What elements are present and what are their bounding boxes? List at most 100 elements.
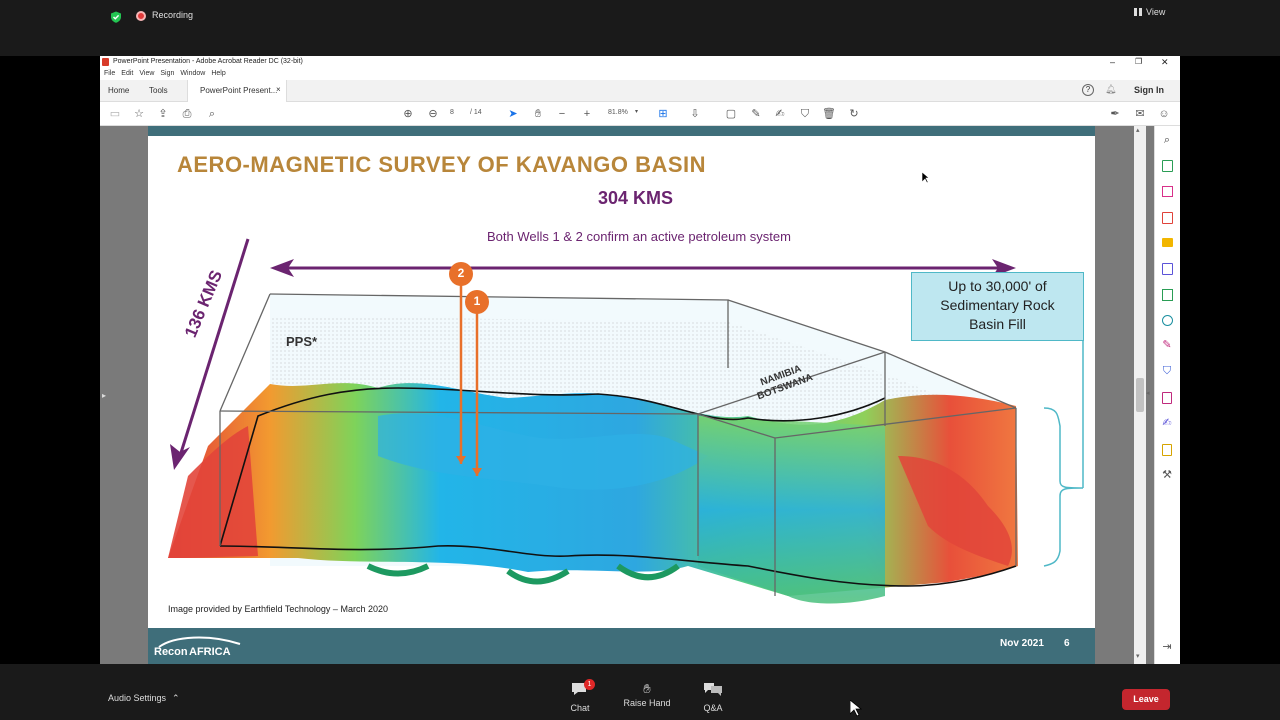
menu-edit[interactable]: Edit xyxy=(121,70,133,77)
redact-icon[interactable] xyxy=(1162,392,1172,404)
raise-hand-label: Raise Hand xyxy=(623,698,671,708)
recording-label: Recording xyxy=(152,10,194,20)
scroll-mode-icon[interactable]: ⇩ xyxy=(688,107,702,121)
slide-page: AERO-MAGNETIC SURVEY OF KAVANGO BASIN 30… xyxy=(148,126,1095,664)
more-tools-icon[interactable]: ⚒︎ xyxy=(1160,468,1174,482)
share-user-icon[interactable]: ☺︎ xyxy=(1157,107,1171,121)
zoom-in-icon[interactable]: + xyxy=(580,107,594,121)
compress-icon[interactable] xyxy=(1162,315,1173,326)
menu-window[interactable]: Window xyxy=(180,70,205,77)
combine-files-icon[interactable] xyxy=(1162,263,1173,275)
fill-sign-pane-icon[interactable]: ✎ xyxy=(1160,338,1174,352)
callout-line-1: Up to 30,000' of xyxy=(948,278,1047,294)
zoom-search-icon[interactable]: ⌕ xyxy=(205,107,219,121)
chat-button[interactable]: 1 Chat xyxy=(560,679,600,716)
hand-icon[interactable]: ✋︎ xyxy=(531,107,545,121)
zoom-out-icon[interactable]: − xyxy=(555,107,569,121)
sign-icon[interactable]: ✍︎ xyxy=(773,107,787,121)
tab-home[interactable]: Home xyxy=(108,86,129,95)
document-area[interactable]: ▸ AERO-MAGNETIC SURVEY OF KAVANGO BASIN xyxy=(100,126,1180,664)
grid-icon xyxy=(1134,8,1142,16)
delete-icon[interactable]: 🗑︎ xyxy=(822,107,836,121)
save-icon[interactable]: ▭ xyxy=(108,107,122,121)
minimize-icon[interactable]: – xyxy=(1110,56,1115,68)
zoom-dropdown-icon[interactable]: ▾ xyxy=(635,108,638,115)
audio-settings-button[interactable]: Audio Settings ⌃ xyxy=(108,693,180,704)
slide-number: 6 xyxy=(1064,638,1070,649)
rotate-icon[interactable]: ↻ xyxy=(847,107,861,121)
upload-icon[interactable]: ⇪ xyxy=(156,107,170,121)
acrobat-app-icon xyxy=(102,58,109,66)
image-credit: Image provided by Earthfield Technology … xyxy=(168,604,388,614)
export-pdf-icon[interactable] xyxy=(1162,160,1173,172)
callout-line-3: Basin Fill xyxy=(969,316,1026,332)
sign-in-button[interactable]: Sign In xyxy=(1134,85,1164,95)
scroll-thumb[interactable] xyxy=(1136,378,1144,412)
well-1-label: 1 xyxy=(473,294,481,308)
scroll-up-icon[interactable]: ▴ xyxy=(1136,126,1140,134)
close-tab-icon[interactable]: × xyxy=(276,85,281,94)
chat-badge: 1 xyxy=(584,679,595,690)
fit-page-icon[interactable]: ⊞ xyxy=(656,107,670,121)
page-current[interactable]: 8 xyxy=(450,109,454,116)
tab-tools[interactable]: Tools xyxy=(149,86,168,95)
logo-africa-text: AFRICA xyxy=(189,646,231,658)
raise-hand-button[interactable]: ✋︎ Raise Hand xyxy=(618,682,676,716)
chevron-up-icon: ⌃ xyxy=(172,693,180,703)
close-window-icon[interactable]: ✕ xyxy=(1161,56,1169,68)
leave-button[interactable]: Leave xyxy=(1122,689,1170,710)
slide-subtitle: Both Wells 1 & 2 confirm an active petro… xyxy=(487,229,791,244)
zoom-value[interactable]: 81.8% xyxy=(608,109,628,116)
comment-pane-icon[interactable] xyxy=(1162,238,1173,247)
bell-icon[interactable]: 🔔︎ xyxy=(1105,84,1116,95)
slide-date: Nov 2021 xyxy=(1000,638,1044,649)
request-signature-icon[interactable]: ✍︎ xyxy=(1160,416,1174,430)
restore-icon[interactable]: ❐ xyxy=(1135,56,1142,68)
logo-recon-text: Recon xyxy=(154,646,188,658)
menu-help[interactable]: Help xyxy=(211,70,225,77)
slide-footer-bar: Recon AFRICA Nov 2021 6 xyxy=(148,628,1095,664)
tab-row: Home Tools PowerPoint Present... × ? 🔔︎ … xyxy=(100,80,1180,102)
send-review-icon[interactable] xyxy=(1162,444,1172,456)
security-shield-icon[interactable] xyxy=(110,10,122,23)
vertical-scrollbar[interactable]: ▴ ▾ xyxy=(1134,126,1146,664)
help-icon[interactable]: ? xyxy=(1082,84,1094,96)
menu-bar: File Edit View Sign Window Help xyxy=(100,68,1180,80)
right-pane-toggle-icon[interactable]: ◂ xyxy=(1146,389,1150,397)
scroll-down-icon[interactable]: ▾ xyxy=(1136,652,1140,660)
menu-view[interactable]: View xyxy=(139,70,154,77)
callout-box: Up to 30,000' of Sedimentary Rock Basin … xyxy=(911,272,1084,341)
pen-icon[interactable]: ✎ xyxy=(749,107,763,121)
qa-label: Q&A xyxy=(703,703,723,713)
shared-screen: PowerPoint Presentation - Adobe Acrobat … xyxy=(100,56,1180,664)
search-pane-icon[interactable]: ⌕ xyxy=(1160,133,1174,147)
select-cursor-icon[interactable]: ➤ xyxy=(506,107,520,121)
page-up-icon[interactable]: ⊕ xyxy=(401,107,415,121)
fill-sign-icon[interactable]: ✒︎ xyxy=(1108,107,1122,121)
comment-icon[interactable]: ▢ xyxy=(724,107,738,121)
left-pane-toggle-icon[interactable]: ▸ xyxy=(102,391,106,400)
tools-pane: ⌕ ✎ ⛉ ✍︎ ⚒︎ ⇥ xyxy=(1154,126,1180,664)
view-button[interactable]: View xyxy=(1134,7,1165,17)
create-pdf-icon[interactable] xyxy=(1162,212,1173,224)
chat-label: Chat xyxy=(570,703,590,713)
width-arrow xyxy=(270,259,1016,277)
menu-file[interactable]: File xyxy=(104,70,115,77)
callout-line-2: Sedimentary Rock xyxy=(940,297,1055,313)
qa-button[interactable]: Q&A xyxy=(694,682,732,716)
pointer-cursor-icon xyxy=(850,700,862,717)
tab-document[interactable]: PowerPoint Present... × xyxy=(187,80,287,102)
email-icon[interactable]: ✉︎ xyxy=(1133,107,1147,121)
well-2-label: 2 xyxy=(457,266,465,280)
menu-sign[interactable]: Sign xyxy=(160,70,174,77)
collapse-pane-icon[interactable]: ⇥ xyxy=(1160,640,1174,654)
acrobat-title-bar: PowerPoint Presentation - Adobe Acrobat … xyxy=(100,56,1180,68)
organize-pages-icon[interactable] xyxy=(1162,186,1173,197)
edit-pdf-icon[interactable] xyxy=(1162,289,1173,301)
star-icon[interactable]: ☆ xyxy=(132,107,146,121)
print-icon[interactable]: ⎙ xyxy=(180,107,194,121)
page-down-icon[interactable]: ⊖ xyxy=(426,107,440,121)
qa-icon xyxy=(704,683,722,696)
protect-shield-icon[interactable]: ⛉ xyxy=(1160,364,1174,378)
stamp-icon[interactable]: ⛉ xyxy=(798,107,812,121)
